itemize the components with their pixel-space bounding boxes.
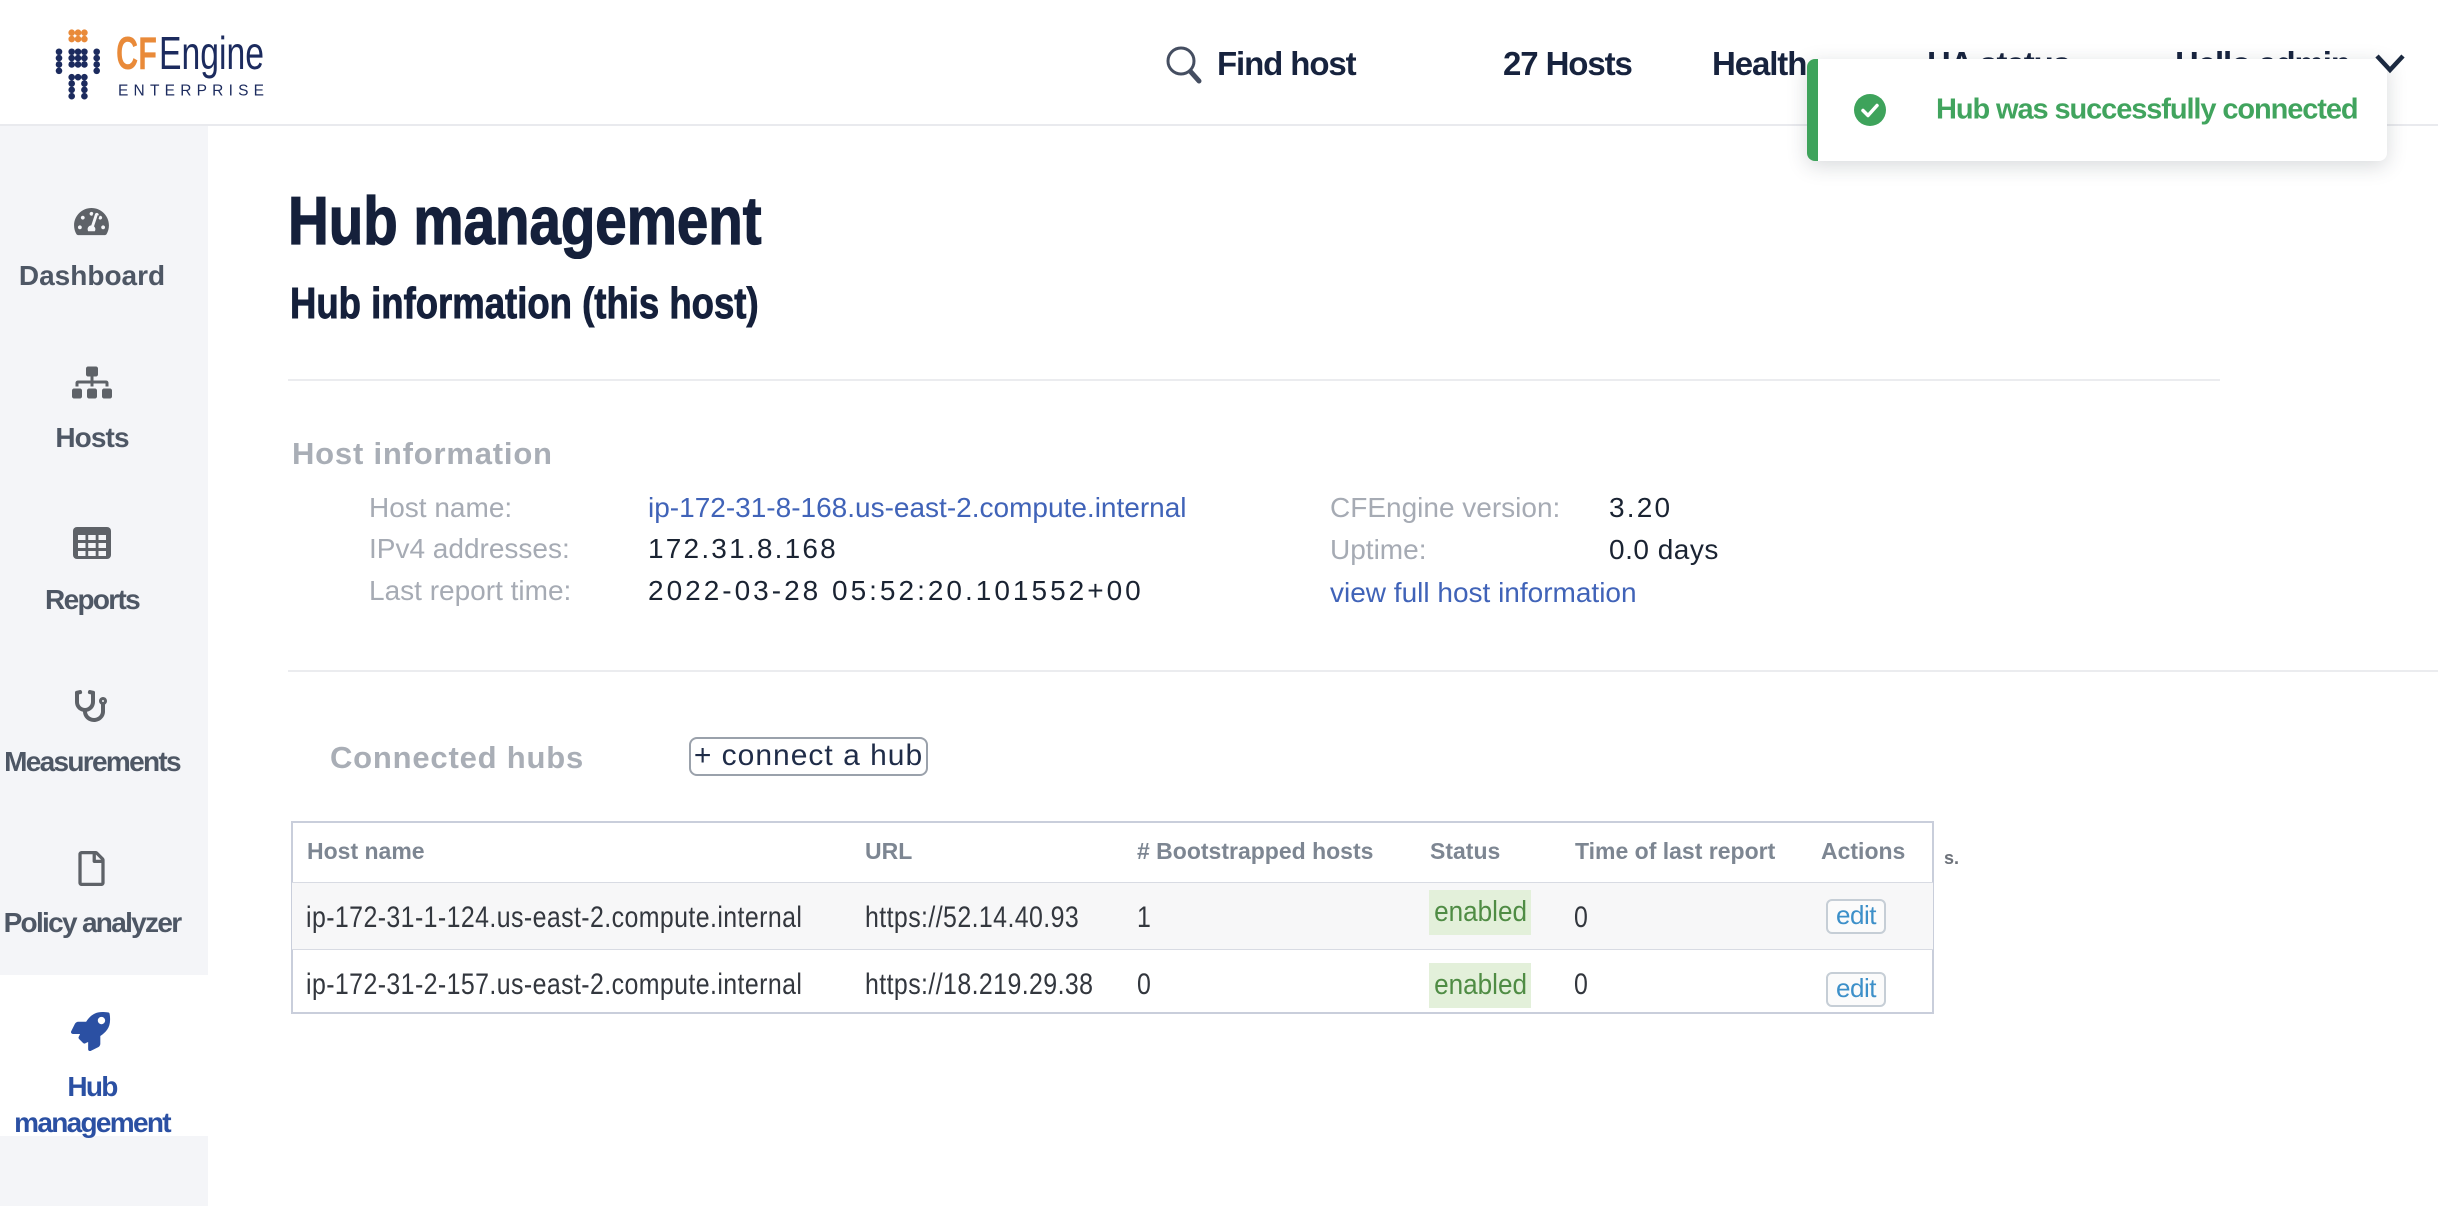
svg-text:CF: CF <box>116 27 157 79</box>
svg-text:ENTERPRISE: ENTERPRISE <box>118 83 264 100</box>
svg-text:Engine: Engine <box>159 27 264 79</box>
